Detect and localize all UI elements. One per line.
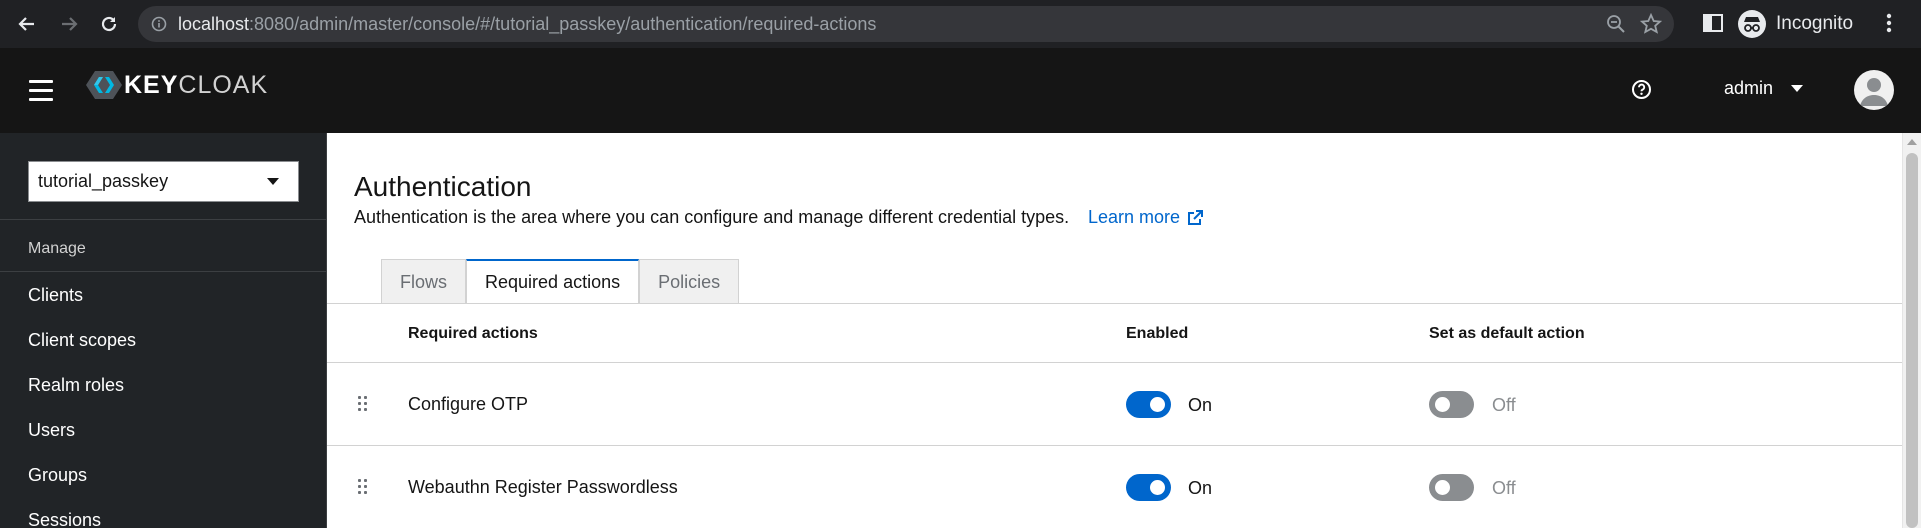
sidebar-divider: [0, 219, 327, 220]
logo-wordmark: KEYCLOAK: [124, 71, 268, 100]
drag-handle-icon[interactable]: [357, 396, 369, 412]
back-arrow-icon: [18, 17, 34, 31]
enabled-toggle-label: On: [1188, 395, 1213, 415]
incognito-indicator[interactable]: Incognito: [1738, 8, 1853, 40]
nav-toggle-icon[interactable]: [29, 80, 53, 102]
default-action-toggle[interactable]: [1429, 391, 1474, 418]
realm-selector[interactable]: tutorial_passkey: [28, 161, 299, 202]
bookmark-star-icon[interactable]: [1640, 13, 1662, 35]
learn-more-link[interactable]: Learn more: [1088, 207, 1204, 228]
user-dropdown[interactable]: admin: [1724, 78, 1804, 99]
table-row-divider: [327, 445, 1902, 446]
logo-cloak-text: CLOAK: [178, 70, 269, 99]
enabled-toggle-label: On: [1188, 478, 1213, 498]
page-scrollbar[interactable]: [1902, 133, 1921, 528]
learn-more-label: Learn more: [1088, 207, 1181, 227]
browser-toolbar: localhost:8080/admin/master/console/#/tu…: [0, 0, 1921, 48]
scroll-up-arrow-icon[interactable]: [1907, 139, 1917, 145]
url-host: localhost: [178, 14, 250, 34]
page-title: Authentication: [354, 171, 532, 202]
external-link-icon: [1188, 209, 1204, 225]
zoom-out-icon[interactable]: [1606, 14, 1626, 34]
help-icon[interactable]: [1631, 79, 1652, 100]
avatar-icon: [1860, 78, 1888, 106]
enabled-toggle[interactable]: [1126, 391, 1171, 418]
side-panel-icon[interactable]: [1702, 12, 1724, 34]
incognito-icon: [1738, 10, 1766, 38]
column-header-default-action: Set as default action: [1429, 325, 1585, 342]
enabled-toggle[interactable]: [1126, 474, 1171, 501]
tab-policies[interactable]: Policies: [639, 259, 740, 304]
logo-key-text: KEY: [124, 70, 179, 99]
table-header-divider: [327, 362, 1902, 363]
keycloak-logo[interactable]: KEYCLOAK: [86, 70, 268, 100]
back-button[interactable]: [11, 8, 43, 40]
avatar[interactable]: [1854, 70, 1894, 110]
sidebar-item-sessions[interactable]: Sessions: [28, 510, 101, 528]
sidebar-item-client-scopes[interactable]: Client scopes: [28, 330, 136, 351]
drag-handle-icon[interactable]: [357, 479, 369, 495]
reload-button[interactable]: [93, 8, 125, 40]
tabs-divider: [327, 303, 1902, 304]
tab-required-actions[interactable]: Required actions: [466, 259, 640, 304]
sidebar-section-manage: Manage: [28, 240, 86, 257]
reload-icon: [101, 16, 117, 32]
column-header-required-actions: Required actions: [408, 325, 538, 342]
sidebar-item-groups[interactable]: Groups: [28, 465, 87, 486]
address-bar[interactable]: localhost:8080/admin/master/console/#/tu…: [138, 6, 1674, 42]
required-action-name: Configure OTP: [408, 394, 529, 414]
required-action-name: Webauthn Register Passwordless: [408, 477, 678, 497]
url-path: :8080/admin/master/console/#/tutorial_pa…: [249, 14, 877, 34]
tab-flows[interactable]: Flows: [381, 259, 467, 304]
sidebar-item-users[interactable]: Users: [28, 420, 75, 441]
default-action-toggle[interactable]: [1429, 474, 1474, 501]
caret-down-icon: [267, 178, 279, 185]
sidebar-item-realm-roles[interactable]: Realm roles: [28, 375, 124, 396]
sidebar: tutorial_passkey Manage Clients Client s…: [0, 133, 327, 528]
sidebar-item-clients[interactable]: Clients: [28, 285, 83, 306]
sidebar-divider: [0, 271, 327, 272]
main-content: Authentication Authentication is the are…: [327, 133, 1921, 528]
masthead: KEYCLOAK admin: [0, 48, 1921, 133]
realm-name: tutorial_passkey: [38, 171, 169, 191]
keycloak-logo-icon: [86, 71, 122, 99]
incognito-label: Incognito: [1776, 13, 1854, 34]
tab-bar: Flows Required actions Policies: [381, 259, 740, 304]
page-description: Authentication is the area where you can…: [354, 207, 1070, 227]
column-header-enabled: Enabled: [1126, 325, 1189, 342]
kebab-menu-icon[interactable]: [1885, 12, 1893, 34]
forward-button[interactable]: [53, 8, 85, 40]
default-action-toggle-label: Off: [1492, 395, 1516, 415]
default-action-toggle-label: Off: [1492, 478, 1516, 498]
scrollbar-thumb[interactable]: [1906, 153, 1918, 528]
username-label: admin: [1724, 78, 1774, 98]
caret-down-icon: [1791, 85, 1804, 92]
site-info-icon[interactable]: [151, 16, 167, 32]
forward-arrow-icon: [62, 17, 78, 31]
url-text: localhost:8080/admin/master/console/#/tu…: [178, 6, 876, 42]
